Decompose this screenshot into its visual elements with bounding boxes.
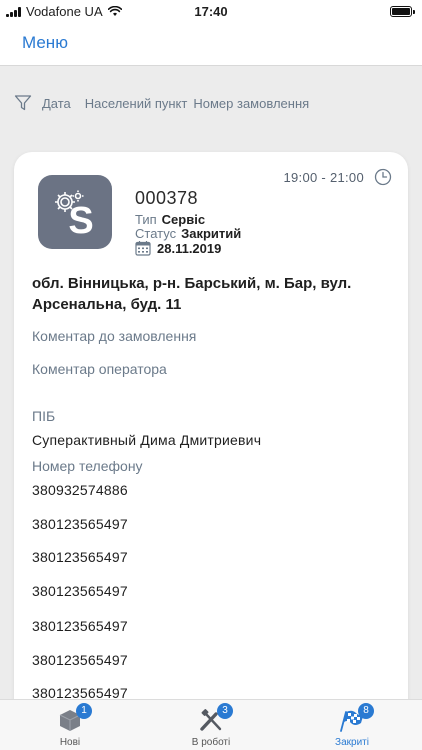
order-status: Статус Закритий	[135, 226, 241, 241]
phone-number[interactable]: 380932574886	[32, 482, 128, 498]
menu-button[interactable]: Меню	[22, 33, 68, 53]
phone-label: Номер телефону	[32, 458, 143, 474]
navigation-bar: Меню	[0, 22, 422, 66]
tab-new-badge: 1	[76, 703, 92, 719]
service-gear-icon: S	[55, 190, 94, 242]
order-type-value: Сервіс	[161, 212, 206, 227]
tab-new[interactable]: 1 Нові	[0, 700, 140, 750]
customer-name: Суперактивный Дима Дмитриевич	[32, 432, 262, 448]
order-comment-label: Коментар до замовлення	[32, 328, 197, 344]
tab-in-progress-badge: 3	[217, 703, 233, 719]
battery-icon	[390, 6, 415, 17]
operator-comment-label: Коментар оператора	[32, 361, 167, 377]
calendar-icon	[135, 241, 151, 256]
phone-number[interactable]: 380123565497	[32, 583, 128, 599]
filter-date[interactable]: Дата	[42, 96, 71, 111]
filter-locality[interactable]: Населений пункт	[85, 96, 188, 111]
order-type: Тип Сервіс	[135, 212, 205, 227]
svg-text:S: S	[68, 200, 93, 242]
order-number: 000378	[135, 188, 199, 208]
tab-in-progress[interactable]: 3 В роботі	[141, 700, 281, 750]
order-date: 28.11.2019	[157, 240, 222, 256]
filter-order-number[interactable]: Номер замовлення	[193, 96, 309, 111]
clock-icon	[374, 168, 392, 186]
filter-icon[interactable]	[14, 94, 32, 112]
tab-closed-badge: 8	[358, 703, 374, 719]
order-status-label: Статус	[135, 226, 177, 241]
tab-new-label: Нові	[59, 737, 81, 748]
order-type-label: Тип	[135, 212, 157, 227]
order-date-row: 28.11.2019	[135, 240, 221, 256]
order-address: обл. Вінницька, р-н. Барський, м. Бар, в…	[32, 275, 352, 313]
filter-bar: Дата Населений пункт Номер замовлення	[14, 88, 408, 118]
tab-bar: 1 Нові 3 В роботі 8 Закриті	[0, 699, 422, 750]
status-bar: Vodafone UA 17:40	[0, 0, 422, 22]
phone-number[interactable]: 380123565497	[32, 549, 128, 565]
phone-number[interactable]: 380123565497	[32, 618, 128, 634]
phone-number[interactable]: 380123565497	[32, 516, 128, 532]
name-label: ПІБ	[32, 408, 56, 424]
time-range: 19:00 - 21:00	[283, 170, 364, 185]
clock-time: 17:40	[194, 4, 228, 19]
order-card[interactable]: S 000378 Тип Сервіс Статус Закритий 28.11.…	[14, 152, 408, 750]
tab-in-progress-label: В роботі	[191, 737, 231, 748]
tab-closed-label: Закриті	[335, 737, 369, 748]
phone-number[interactable]: 380123565497	[32, 652, 128, 668]
tab-closed[interactable]: 8 Закриті	[282, 700, 422, 750]
order-status-value: Закритий	[181, 226, 242, 241]
service-logo: S	[38, 175, 112, 249]
